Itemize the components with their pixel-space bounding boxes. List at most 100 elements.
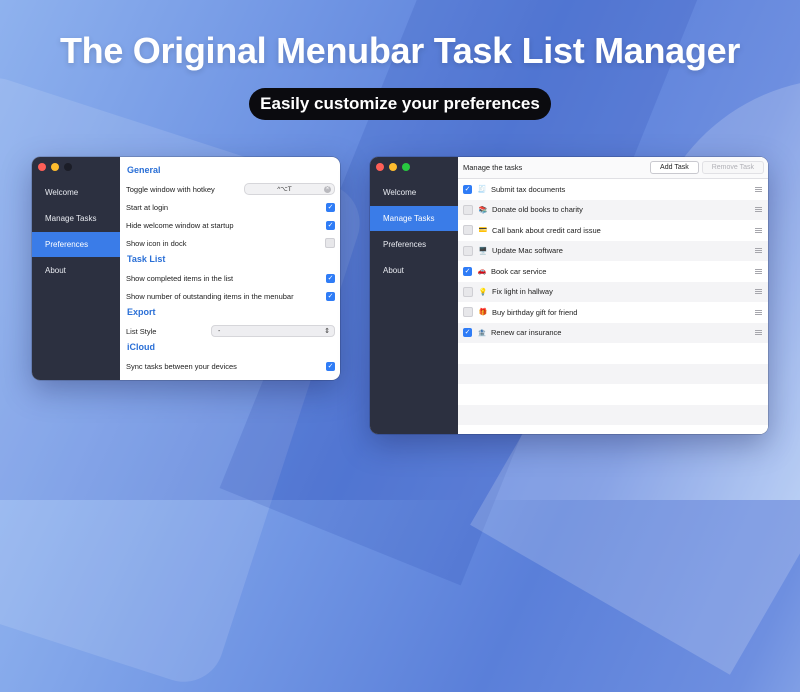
tasks-panel: Manage the tasks Add Task Remove Task ✓ 🧾… (458, 157, 768, 434)
hotkey-value: ^⌥T (277, 186, 292, 193)
list-style-select[interactable]: - ⇕ (211, 325, 335, 337)
close-window-icon[interactable] (38, 163, 46, 171)
start-at-login-checkbox[interactable]: ✓ (326, 202, 335, 212)
window-controls (38, 163, 72, 171)
manage-tasks-window: Welcome Manage Tasks Preferences About M… (370, 157, 768, 434)
tasks-header-title: Manage the tasks (463, 163, 523, 172)
preferences-panel: General Toggle window with hotkey ^⌥T × … (120, 157, 340, 380)
sidebar-item-about[interactable]: About (32, 258, 120, 283)
setting-label: Hide welcome window at startup (126, 220, 234, 230)
drag-handle-icon[interactable] (755, 268, 762, 274)
task-checkbox[interactable] (463, 225, 473, 236)
minimize-window-icon[interactable] (51, 163, 59, 171)
sidebar-item-preferences[interactable]: Preferences (32, 232, 120, 257)
setting-row: Sync tasks between your devices ✓ (126, 357, 335, 375)
window-controls (376, 163, 410, 171)
section-title-icloud: iCloud (127, 342, 155, 352)
task-row[interactable]: ✓ 🧾 Submit tax documents (458, 179, 768, 200)
task-checkbox[interactable] (463, 204, 473, 215)
task-row[interactable]: 🎁 Buy birthday gift for friend (458, 302, 768, 323)
drag-handle-icon[interactable] (755, 289, 762, 295)
sidebar: Welcome Manage Tasks Preferences About (370, 157, 458, 434)
setting-row: Toggle window with hotkey ^⌥T × (126, 180, 335, 198)
empty-row (458, 384, 768, 405)
task-checkbox[interactable] (463, 286, 473, 297)
setting-row: Show completed items in the list ✓ (126, 269, 335, 287)
task-row[interactable]: ✓ 🏦 Renew car insurance (458, 322, 768, 343)
zoom-window-icon[interactable] (64, 163, 72, 171)
setting-row: Hide welcome window at startup ✓ (126, 216, 335, 234)
zoom-window-icon[interactable] (402, 163, 410, 171)
empty-row (458, 404, 768, 425)
show-completed-checkbox[interactable]: ✓ (326, 273, 335, 283)
task-label[interactable]: Fix light in hallway (492, 287, 755, 296)
clear-hotkey-icon[interactable]: × (324, 185, 331, 193)
empty-row (458, 363, 768, 384)
setting-label: Show number of outstanding items in the … (126, 291, 294, 301)
headline: The Original Menubar Task List Manager (59, 30, 741, 71)
setting-row: Show icon in dock (126, 234, 335, 252)
remove-task-button[interactable]: Remove Task (701, 161, 764, 174)
tasks-header: Manage the tasks Add Task Remove Task (458, 157, 768, 179)
task-emoji: 🎁 (478, 309, 488, 317)
sidebar-item-preferences[interactable]: Preferences (370, 232, 458, 257)
show-outstanding-checkbox[interactable]: ✓ (326, 291, 335, 301)
task-row[interactable]: 💳 Call bank about credit card issue (458, 220, 768, 241)
drag-handle-icon[interactable] (755, 248, 762, 254)
drag-handle-icon[interactable] (755, 309, 762, 315)
setting-label: Sync tasks between your devices (126, 361, 237, 371)
sidebar-item-welcome[interactable]: Welcome (370, 180, 458, 205)
task-label[interactable]: Submit tax documents (491, 185, 755, 194)
setting-row: List Style - ⇕ (126, 322, 335, 340)
show-icon-in-dock-checkbox[interactable] (325, 238, 335, 248)
task-row[interactable]: 📚 Donate old books to charity (458, 199, 768, 220)
task-list: ✓ 🧾 Submit tax documents 📚 Donate old books … (458, 179, 768, 425)
task-label[interactable]: Call bank about credit card issue (492, 226, 755, 235)
close-window-icon[interactable] (376, 163, 384, 171)
subheadline-pill: Easily customize your preferences (249, 88, 551, 120)
drag-handle-icon[interactable] (755, 330, 762, 336)
setting-label: List Style (126, 326, 157, 336)
task-emoji: 🚗 (477, 268, 487, 276)
setting-label: Show icon in dock (126, 238, 187, 248)
task-row[interactable]: 🖥️ Update Mac software (458, 240, 768, 261)
sidebar-item-manage-tasks[interactable]: Manage Tasks (370, 206, 458, 231)
chevron-up-down-icon: ⇕ (324, 328, 330, 335)
drag-handle-icon[interactable] (755, 207, 762, 213)
task-label[interactable]: Book car service (491, 267, 755, 276)
section-title-task-list: Task List (127, 254, 166, 264)
list-style-value: - (218, 327, 221, 335)
sidebar: Welcome Manage Tasks Preferences About (32, 157, 120, 380)
sidebar-item-about[interactable]: About (370, 258, 458, 283)
task-checkbox[interactable]: ✓ (463, 328, 472, 338)
task-emoji: 🧾 (477, 186, 487, 194)
task-emoji: 💳 (478, 227, 488, 235)
sidebar-item-manage-tasks[interactable]: Manage Tasks (32, 206, 120, 231)
task-label[interactable]: Renew car insurance (491, 328, 755, 337)
setting-label: Toggle window with hotkey (126, 184, 215, 194)
task-emoji: 🖥️ (478, 247, 488, 255)
sidebar-item-welcome[interactable]: Welcome (32, 180, 120, 205)
drag-handle-icon[interactable] (755, 186, 762, 192)
icloud-sync-checkbox[interactable]: ✓ (326, 361, 335, 371)
task-checkbox[interactable]: ✓ (463, 184, 472, 194)
preferences-window: Welcome Manage Tasks Preferences About G… (32, 157, 340, 380)
task-row[interactable]: ✓ 🚗 Book car service (458, 261, 768, 282)
task-label[interactable]: Update Mac software (492, 246, 755, 255)
section-title-export: Export (127, 307, 156, 317)
setting-row: Start at login ✓ (126, 198, 335, 216)
task-row[interactable]: 💡 Fix light in hallway (458, 281, 768, 302)
minimize-window-icon[interactable] (389, 163, 397, 171)
hide-welcome-checkbox[interactable]: ✓ (326, 220, 335, 230)
drag-handle-icon[interactable] (755, 227, 762, 233)
task-label[interactable]: Buy birthday gift for friend (492, 308, 755, 317)
task-checkbox[interactable] (463, 245, 473, 256)
task-label[interactable]: Donate old books to charity (492, 205, 755, 214)
empty-row (458, 343, 768, 364)
task-checkbox[interactable] (463, 307, 473, 318)
hotkey-recorder[interactable]: ^⌥T × (244, 183, 335, 195)
task-emoji: 📚 (478, 206, 488, 214)
task-emoji: 🏦 (477, 329, 487, 337)
task-checkbox[interactable]: ✓ (463, 266, 472, 276)
add-task-button[interactable]: Add Task (650, 161, 699, 174)
